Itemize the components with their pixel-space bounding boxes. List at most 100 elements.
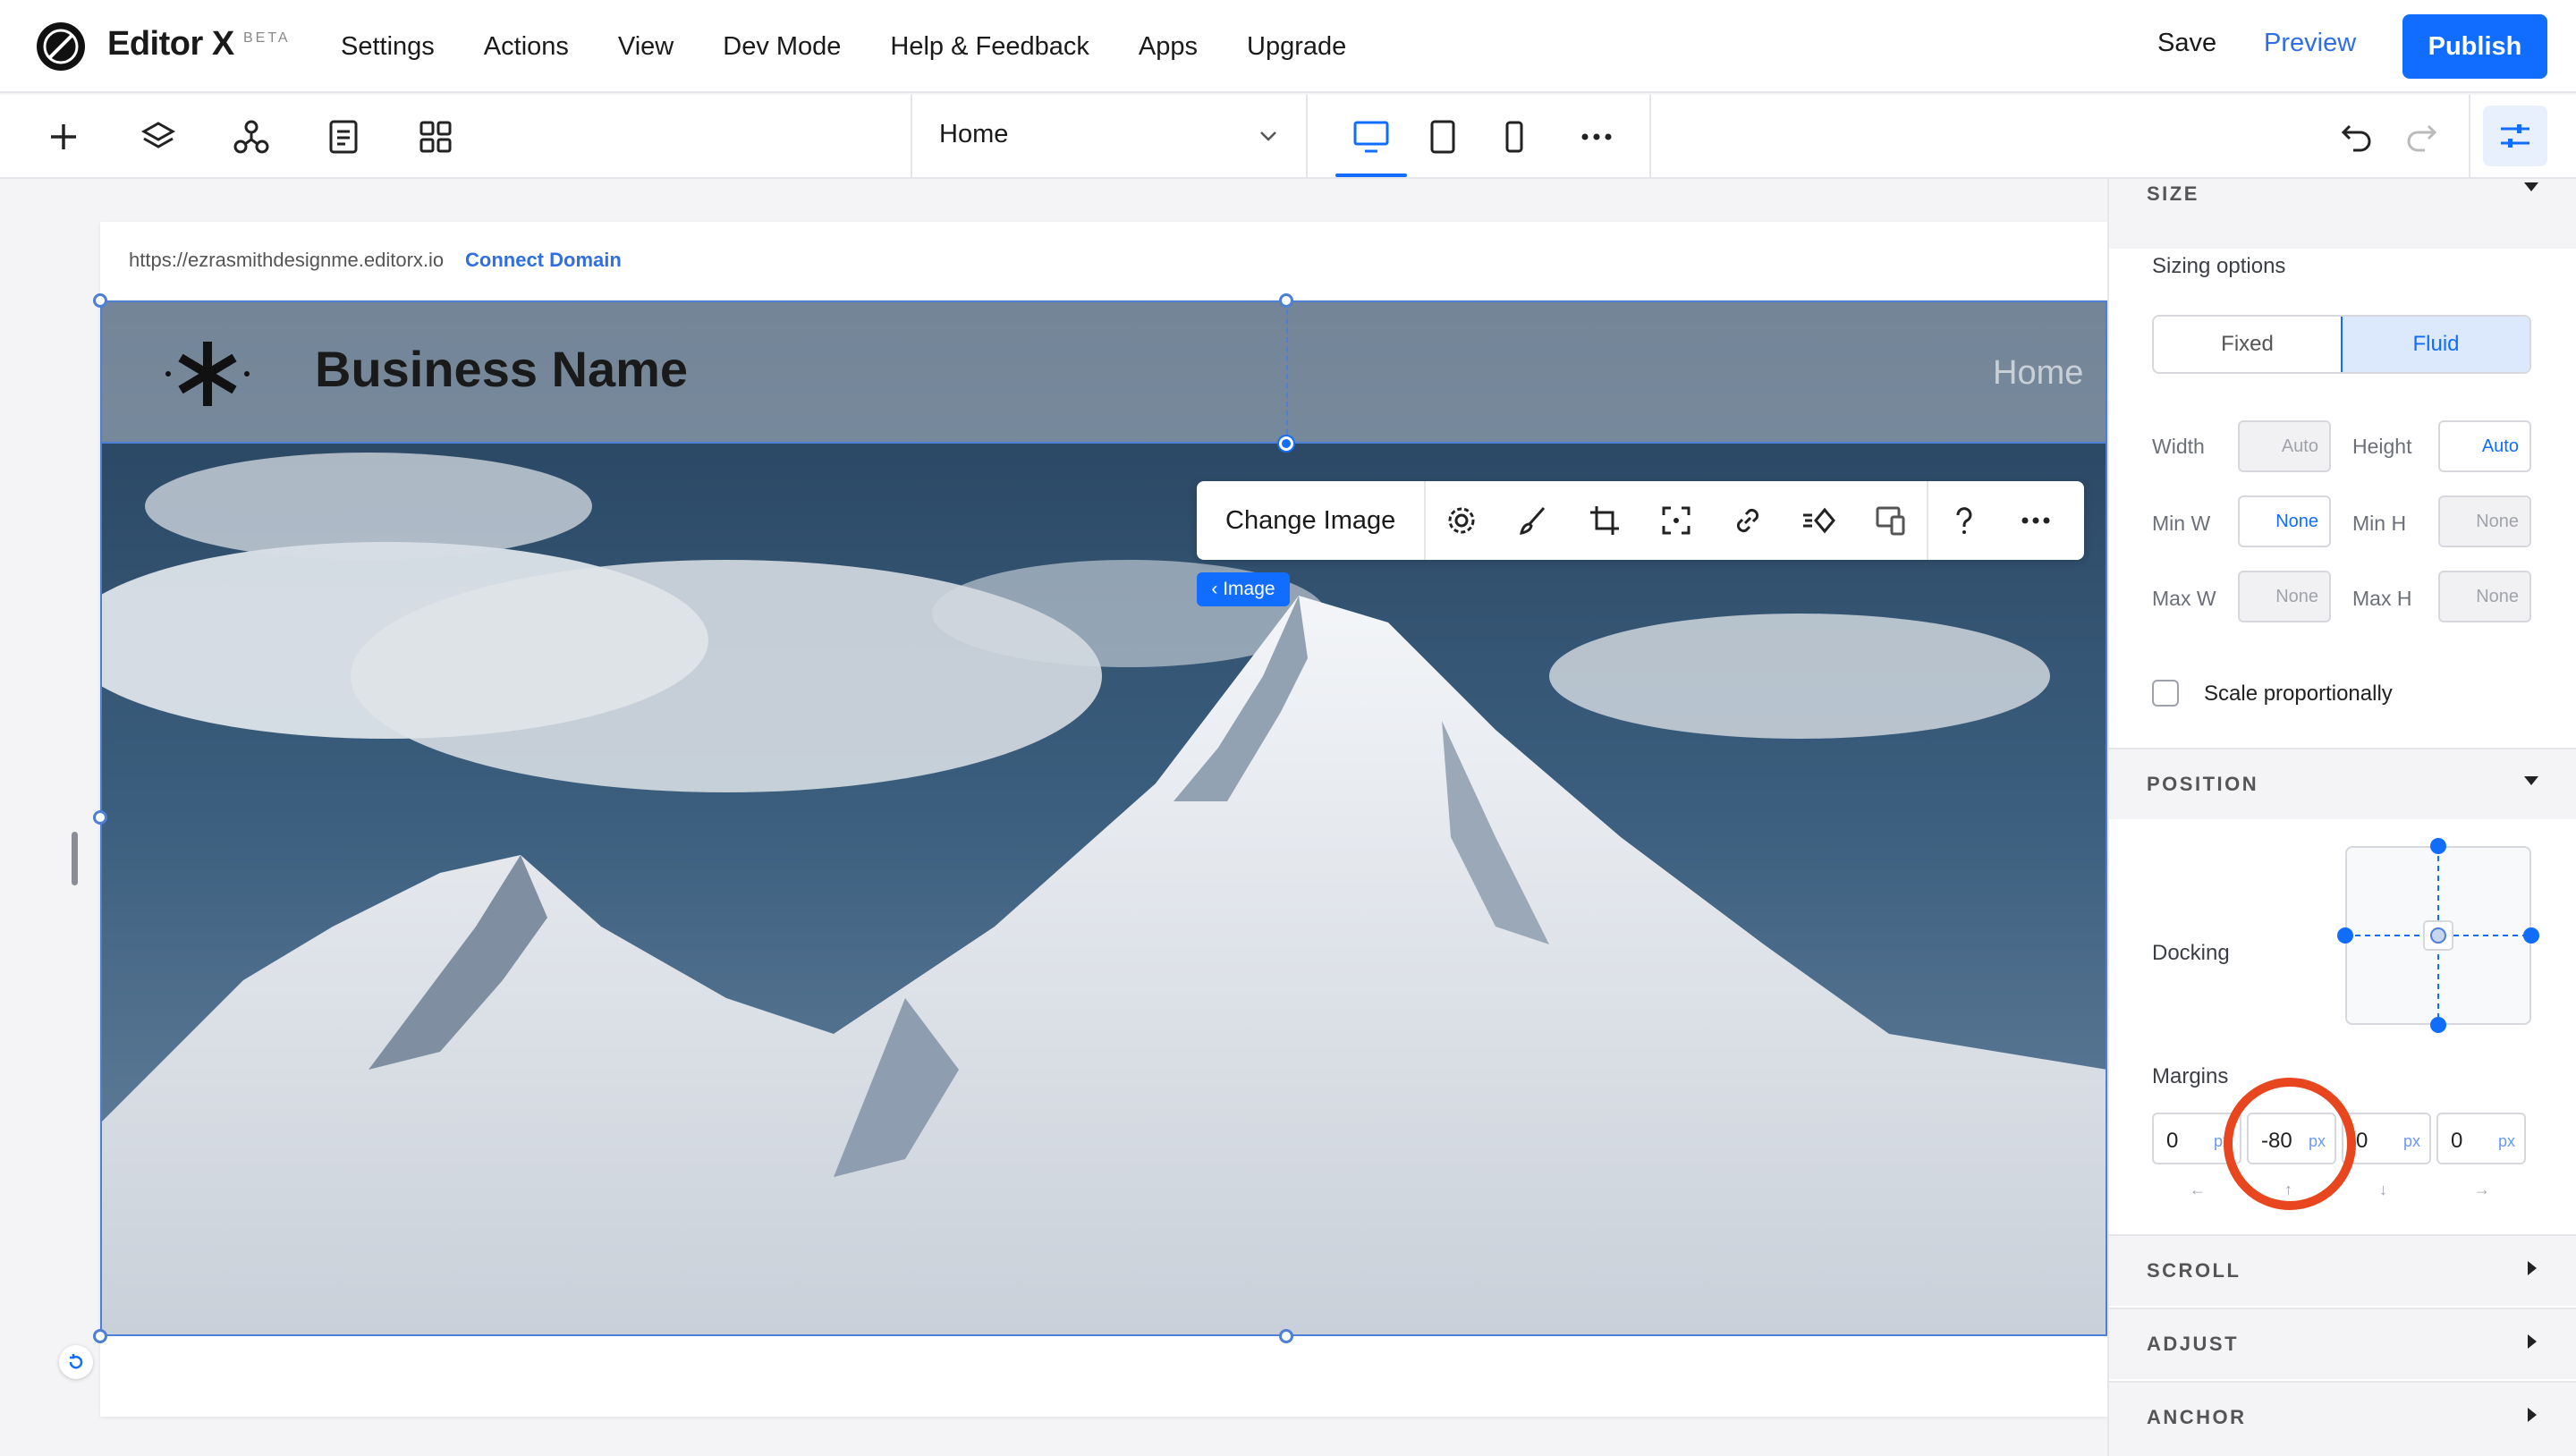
settings-gear-icon[interactable] <box>1426 481 1497 560</box>
redo-icon[interactable] <box>2399 114 2444 159</box>
main-menu: Settings Actions View Dev Mode Help & Fe… <box>341 0 1395 93</box>
active-device-indicator <box>1335 174 1407 177</box>
position-section-header[interactable]: POSITION <box>2109 748 2576 819</box>
animation-icon[interactable] <box>1784 481 1855 560</box>
menu-view[interactable]: View <box>618 32 674 62</box>
drag-handle[interactable] <box>72 832 78 885</box>
max-width-label: Max W <box>2152 587 2216 610</box>
toolbar-divider <box>1306 95 1308 179</box>
preview-button[interactable]: Preview <box>2264 29 2356 58</box>
top-bar: Editor X BETA Settings Actions View Dev … <box>0 0 2576 93</box>
min-height-label: Min H <box>2352 512 2407 535</box>
max-height-input[interactable]: None <box>2438 571 2531 622</box>
fixed-option[interactable]: Fixed <box>2154 317 2341 372</box>
publish-button[interactable]: Publish <box>2402 14 2547 79</box>
hero-image[interactable] <box>100 301 2107 1336</box>
responsive-behavior-icon[interactable] <box>1855 481 1927 560</box>
menu-upgrade[interactable]: Upgrade <box>1247 32 1346 62</box>
scroll-section-header[interactable]: SCROLL <box>2109 1234 2576 1306</box>
margins-label: Margins <box>2152 1064 2229 1088</box>
tablet-view-icon[interactable] <box>1420 114 1465 159</box>
connect-domain-link[interactable]: Connect Domain <box>465 249 622 272</box>
caret-right-icon <box>2526 1333 2538 1355</box>
focal-point-icon[interactable] <box>1640 481 1712 560</box>
height-label: Height <box>2352 435 2412 458</box>
element-toolbar: Change Image <box>1197 481 2084 560</box>
adjust-section-header[interactable]: ADJUST <box>2109 1308 2576 1379</box>
resize-handle[interactable] <box>1279 293 1293 308</box>
inspector-panel: SIZE Sizing options Fixed Fluid Width Au… <box>2107 177 2576 1456</box>
editor-x-logo-icon[interactable] <box>36 21 86 72</box>
menu-help-feedback[interactable]: Help & Feedback <box>890 32 1089 62</box>
layers-icon[interactable] <box>136 114 181 159</box>
anchor-section-header[interactable]: ANCHOR <box>2109 1381 2576 1456</box>
caret-down-icon <box>2522 181 2540 198</box>
min-height-input[interactable]: None <box>2438 495 2531 547</box>
height-input[interactable]: Auto <box>2438 420 2531 472</box>
help-icon[interactable] <box>1928 481 2000 560</box>
chevron-down-icon[interactable] <box>1258 127 1279 149</box>
undo-icon[interactable] <box>2334 114 2379 159</box>
section-title: ANCHOR <box>2147 1406 2247 1428</box>
menu-settings[interactable]: Settings <box>341 32 435 62</box>
design-brush-icon[interactable] <box>1497 481 1569 560</box>
menu-apps[interactable]: Apps <box>1139 32 1198 62</box>
caret-right-icon <box>2526 1259 2538 1282</box>
size-section-header[interactable]: SIZE <box>2109 177 2576 249</box>
section-title: POSITION <box>2147 773 2259 795</box>
pages-icon[interactable] <box>321 114 366 159</box>
site-logo-icon <box>161 336 254 416</box>
scale-proportionally-checkbox[interactable] <box>2152 680 2179 707</box>
margin-right-input[interactable]: 0 px <box>2436 1113 2526 1164</box>
inspector-toggle-icon[interactable] <box>2483 106 2547 166</box>
resize-handle[interactable] <box>1279 1329 1293 1343</box>
arrow-right-icon: → <box>2474 1181 2490 1198</box>
menu-dev-mode[interactable]: Dev Mode <box>723 32 841 62</box>
more-icon[interactable] <box>2000 481 2072 560</box>
resize-handle[interactable] <box>1279 436 1293 451</box>
add-icon[interactable] <box>41 114 86 159</box>
resize-handle[interactable] <box>93 293 107 308</box>
scale-proportionally-label: Scale proportionally <box>2204 681 2393 706</box>
header-guide-line <box>1286 301 1288 444</box>
width-input[interactable]: Auto <box>2238 420 2331 472</box>
section-title: ADJUST <box>2147 1333 2240 1355</box>
width-label: Width <box>2152 435 2205 458</box>
site-url: https://ezrasmithdesignme.editorx.io <box>129 249 445 271</box>
resize-handle[interactable] <box>93 810 107 825</box>
beta-badge: BETA <box>243 30 291 46</box>
arrow-down-icon: ↓ <box>2379 1181 2387 1198</box>
business-name[interactable]: Business Name <box>315 340 688 398</box>
menu-actions[interactable]: Actions <box>484 32 569 62</box>
more-icon[interactable] <box>1574 114 1619 159</box>
page-selector[interactable]: Home <box>939 120 1008 149</box>
link-icon[interactable] <box>1712 481 1784 560</box>
nav-home-link[interactable]: Home <box>1993 354 2083 393</box>
tool-bar: Home <box>0 95 2576 179</box>
components-icon[interactable] <box>229 114 274 159</box>
crop-icon[interactable] <box>1569 481 1640 560</box>
unit-label: px <box>2497 1132 2515 1150</box>
docking-label: Docking <box>2152 941 2230 965</box>
fluid-option[interactable]: Fluid <box>2341 317 2529 372</box>
sizing-toggle: Fixed Fluid <box>2152 315 2531 374</box>
margin-value: 0 <box>2451 1129 2463 1153</box>
docking-control[interactable] <box>2337 838 2539 1033</box>
desktop-view-icon[interactable] <box>1349 114 1394 159</box>
caret-down-icon <box>2522 775 2540 791</box>
reset-icon[interactable] <box>59 1345 93 1379</box>
app-name: Editor X <box>107 25 234 63</box>
arrow-left-icon: ← <box>2190 1181 2206 1198</box>
min-width-input[interactable]: None <box>2238 495 2331 547</box>
max-height-label: Max H <box>2352 587 2412 610</box>
mobile-view-icon[interactable] <box>1492 114 1537 159</box>
unit-label: px <box>2402 1132 2420 1150</box>
change-image-button[interactable]: Change Image <box>1197 481 1427 560</box>
save-button[interactable]: Save <box>2157 29 2216 58</box>
apps-grid-icon[interactable] <box>413 114 458 159</box>
margin-value: 0 <box>2356 1129 2368 1153</box>
selected-element-tag[interactable]: ‹ Image <box>1197 572 1290 606</box>
resize-handle[interactable] <box>93 1329 107 1343</box>
max-width-input[interactable]: None <box>2238 571 2331 622</box>
section-title: SCROLL <box>2147 1259 2241 1282</box>
